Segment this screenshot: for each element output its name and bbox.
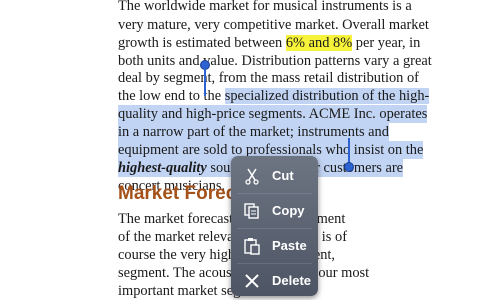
cut-menu-item[interactable]: Cut — [231, 159, 318, 193]
selection-start-handle[interactable] — [200, 60, 210, 96]
selected-text[interactable]: specialized distribution of the high- — [224, 88, 430, 104]
body-text-line: deal by segment, from the mass retail di… — [118, 70, 419, 86]
paste-label: Paste — [272, 238, 307, 253]
delete-menu-item[interactable]: Delete — [231, 264, 318, 298]
body-text: per year, in — [352, 35, 421, 51]
body-text-line: very mature, very competitive market. Ov… — [118, 17, 429, 33]
handle-knob[interactable] — [344, 162, 354, 172]
body-text-line: The worldwide market for musical instrum… — [118, 0, 412, 14]
body-text-line: both units and value. Distribution patte… — [118, 53, 432, 69]
body-text-line: the low end to the specialized distribut… — [118, 87, 430, 105]
copy-menu-item[interactable]: Copy — [231, 194, 318, 228]
selected-text-line[interactable]: quality and high-price segments. ACME In… — [118, 105, 428, 123]
copy-icon — [244, 203, 259, 219]
paste-icon — [244, 238, 260, 255]
cut-label: Cut — [272, 168, 294, 183]
highlighted-text: 6% and 8% — [285, 35, 353, 51]
handle-bar — [204, 68, 206, 96]
context-menu: Cut Copy Paste Delete — [231, 156, 318, 296]
body-text: growth is estimated between — [118, 35, 286, 51]
bold-italic-text: highest-quality — [118, 160, 207, 176]
paste-menu-item[interactable]: Paste — [231, 229, 318, 263]
selection-end-handle[interactable] — [344, 138, 354, 174]
scissors-icon — [245, 168, 259, 185]
body-text-line: growth is estimated between 6% and 8% pe… — [118, 34, 420, 52]
copy-label: Copy — [272, 203, 305, 218]
delete-icon — [245, 274, 259, 288]
